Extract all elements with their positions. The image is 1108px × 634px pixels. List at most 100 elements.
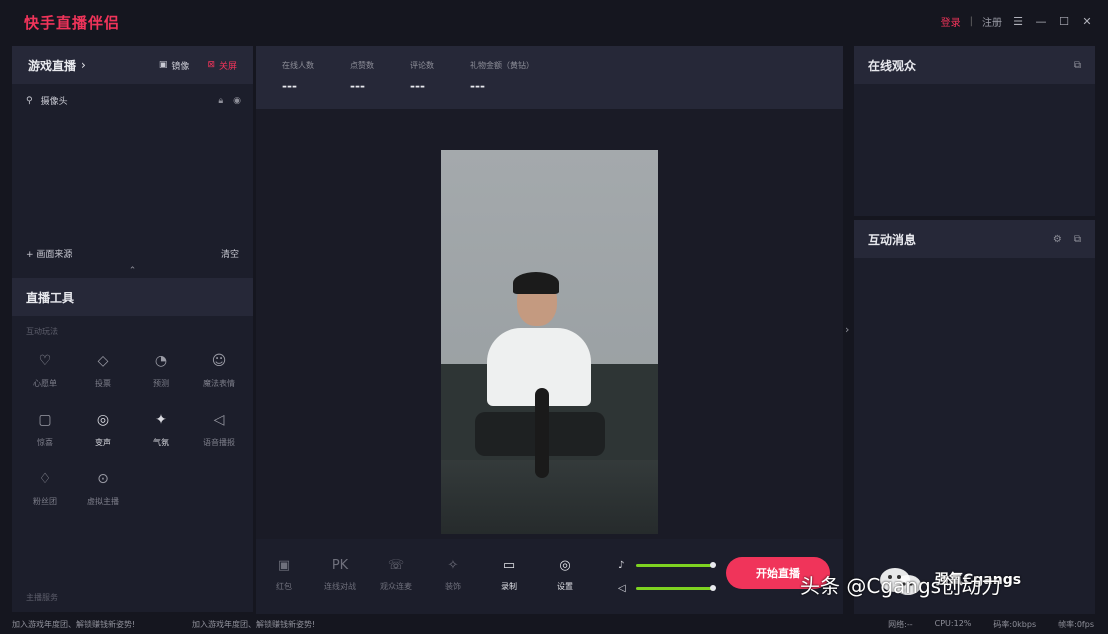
screen-off-icon: ⊠ <box>207 60 215 70</box>
control-bar: ▣ 红包 PK 连线对战 ☏ 观众连麦 ✧ 装饰 ▭ 录制 ◎ 设置 ♪ ◁ 开始直播 <box>256 539 843 614</box>
tool-virtual-host[interactable]: ⊙ 虚拟主播 <box>74 470 132 507</box>
control-label: 设置 <box>557 582 573 591</box>
surprise-icon: ▢ <box>38 412 52 428</box>
messages-title: 互动消息 <box>868 232 917 247</box>
stat-label: 点赞数 <box>350 61 374 70</box>
camera-video <box>441 150 658 534</box>
tool-label: 惊喜 <box>37 438 53 447</box>
speaker-icon: ◁ <box>213 412 225 428</box>
status-message[interactable]: 加入游戏年度团、解锁赚钱新姿势! <box>12 619 135 630</box>
status-bar: 加入游戏年度团、解锁赚钱新姿势! 加入游戏年度团、解锁赚钱新姿势! 网络:-- … <box>0 614 1108 634</box>
add-source-button[interactable]: + 画面来源 <box>26 247 72 260</box>
tool-label: 虚拟主播 <box>87 497 119 506</box>
settings-icon[interactable]: ⚙︎ <box>1053 234 1062 245</box>
online-audience-header: 在线观众 ⧉ <box>854 46 1095 84</box>
tool-voice-changer[interactable]: ◎ 变声 <box>74 411 132 448</box>
phone-icon: ☏ <box>387 557 405 573</box>
tool-magic-emoji[interactable]: ☺ 魔法表情 <box>190 352 248 389</box>
stat-value: --- <box>282 79 297 93</box>
pk-icon: PK <box>331 557 349 573</box>
party-icon: ✦ <box>155 412 167 428</box>
speaker-icon: ◁ <box>618 583 626 594</box>
tool-predict[interactable]: ◔ 预测 <box>132 352 190 389</box>
titlebar-separator: | <box>969 16 973 27</box>
network-status: 网络:-- <box>888 620 913 629</box>
right-panel: 在线观众 ⧉ 互动消息 ⚙︎ ⧉ <box>854 46 1095 614</box>
red-packet-button[interactable]: ▣ 红包 <box>262 557 306 592</box>
tool-wishlist[interactable]: ♡ 心愿单 <box>16 352 74 389</box>
stat-comments: 评论数 --- <box>410 60 434 109</box>
register-link[interactable]: 注册 <box>982 14 1002 29</box>
eye-icon[interactable]: ◉ <box>233 96 241 106</box>
source-tools: 🔒︎ ◉ <box>218 96 241 106</box>
tool-surprise[interactable]: ▢ 惊喜 <box>16 411 74 448</box>
clear-button[interactable]: 清空 <box>221 247 239 260</box>
tool-voice-broadcast[interactable]: ◁ 语音播报 <box>190 411 248 448</box>
login-link[interactable]: 登录 <box>941 14 961 29</box>
game-live-title[interactable]: 游戏直播 <box>28 57 76 74</box>
heart-icon: ♡ <box>38 353 52 369</box>
record-button[interactable]: ▭ 录制 <box>487 557 531 592</box>
popout-icon[interactable]: ⧉ <box>1074 60 1081 71</box>
video-microphone <box>535 388 549 478</box>
mirror-label: 镜像 <box>171 61 190 72</box>
messages-list <box>854 258 1095 614</box>
messages-header: 互动消息 ⚙︎ ⧉ <box>854 220 1095 258</box>
scene-source-list: ⚲ 摄像头 🔒︎ ◉ + 画面来源 清空 ⌃ <box>12 84 253 278</box>
stat-likes: 点赞数 --- <box>350 60 374 109</box>
live-tools-header: 直播工具 <box>12 278 253 316</box>
tool-label: 魔法表情 <box>203 379 235 388</box>
audience-mic-button[interactable]: ☏ 观众连麦 <box>374 557 418 592</box>
bitrate-status: 码率:0kbps <box>993 620 1037 629</box>
smiley-icon: ☺ <box>211 353 227 369</box>
fps-status: 帧率:0fps <box>1058 620 1094 629</box>
tool-vote[interactable]: ◇ 投票 <box>74 352 132 389</box>
collapse-up-icon[interactable]: ⌃ <box>12 266 253 278</box>
speaker-volume-slider[interactable] <box>636 585 716 591</box>
title-bar: 快手直播伴侣 登录 | 注册 ☰ — ☐ ✕ <box>0 0 1108 44</box>
microphone-icon: ♪ <box>618 560 625 571</box>
control-label: 红包 <box>276 582 292 591</box>
close-icon[interactable]: ✕ <box>1080 15 1094 29</box>
section-label-interactive: 互动玩法 <box>26 327 58 336</box>
menu-icon[interactable]: ☰ <box>1011 15 1025 29</box>
settings-button[interactable]: ◎ 设置 <box>543 557 587 592</box>
left-panel: 游戏直播 › ▣ 镜像 ⊠ 关屏 ⚲ 摄像头 🔒︎ ◉ + 画面来源 清空 ⌃ <box>12 46 253 614</box>
stat-value: --- <box>350 79 365 93</box>
close-screen-button[interactable]: ⊠ 关屏 <box>207 59 237 72</box>
tool-label: 投票 <box>95 379 111 388</box>
stat-label: 在线人数 <box>282 61 314 70</box>
stats-bar: 在线人数 --- 点赞数 --- 评论数 --- 礼物金额（黄钻） --- <box>256 46 843 109</box>
video-camera-icon: ▭ <box>502 557 516 573</box>
control-label: 连线对战 <box>324 582 356 591</box>
virtual-host-icon: ⊙ <box>97 471 109 487</box>
pk-button[interactable]: PK 连线对战 <box>318 557 362 592</box>
maximize-icon[interactable]: ☐ <box>1057 15 1071 29</box>
header-icons: ⧉ <box>1074 60 1081 71</box>
close-screen-label: 关屏 <box>218 61 237 72</box>
decoration-button[interactable]: ✧ 装饰 <box>431 557 475 592</box>
tool-atmosphere[interactable]: ✦ 气氛 <box>132 411 190 448</box>
status-metrics: 网络:-- CPU:12% 码率:0kbps 帧率:0fps <box>888 619 1094 630</box>
stream-preview[interactable] <box>256 109 843 539</box>
tool-grid: ♡ 心愿单 ◇ 投票 ◔ 预测 ☺ 魔法表情 ▢ 惊喜 ◎ 变声 ✦ 气氛 ◁ 语音播报 ♢ 粉丝… <box>12 352 253 507</box>
stat-label: 评论数 <box>410 61 434 70</box>
stat-value: --- <box>410 79 425 93</box>
app-logo: 快手直播伴侣 <box>24 14 121 32</box>
gear-icon: ◎ <box>559 557 571 573</box>
source-item-camera[interactable]: ⚲ 摄像头 🔒︎ ◉ <box>26 94 241 108</box>
tool-fan-club[interactable]: ♢ 粉丝团 <box>16 470 74 507</box>
mic-volume-slider[interactable] <box>636 562 716 568</box>
lock-icon[interactable]: 🔒︎ <box>218 96 223 106</box>
tool-label: 气氛 <box>153 438 169 447</box>
chevron-right-icon[interactable]: › <box>845 323 849 336</box>
mirror-button[interactable]: ▣ 镜像 <box>159 59 190 72</box>
header-icons: ⚙︎ ⧉ <box>1053 234 1081 245</box>
status-message[interactable]: 加入游戏年度团、解锁赚钱新姿势! <box>192 619 315 630</box>
watermark-text: 头条 @Cgangs创动力 <box>800 574 1002 598</box>
tool-label: 心愿单 <box>33 379 57 388</box>
chevron-right-icon[interactable]: › <box>81 58 86 72</box>
minimize-icon[interactable]: — <box>1034 15 1048 29</box>
section-label-host: 主播服务 <box>26 593 58 602</box>
popout-icon[interactable]: ⧉ <box>1074 234 1081 245</box>
